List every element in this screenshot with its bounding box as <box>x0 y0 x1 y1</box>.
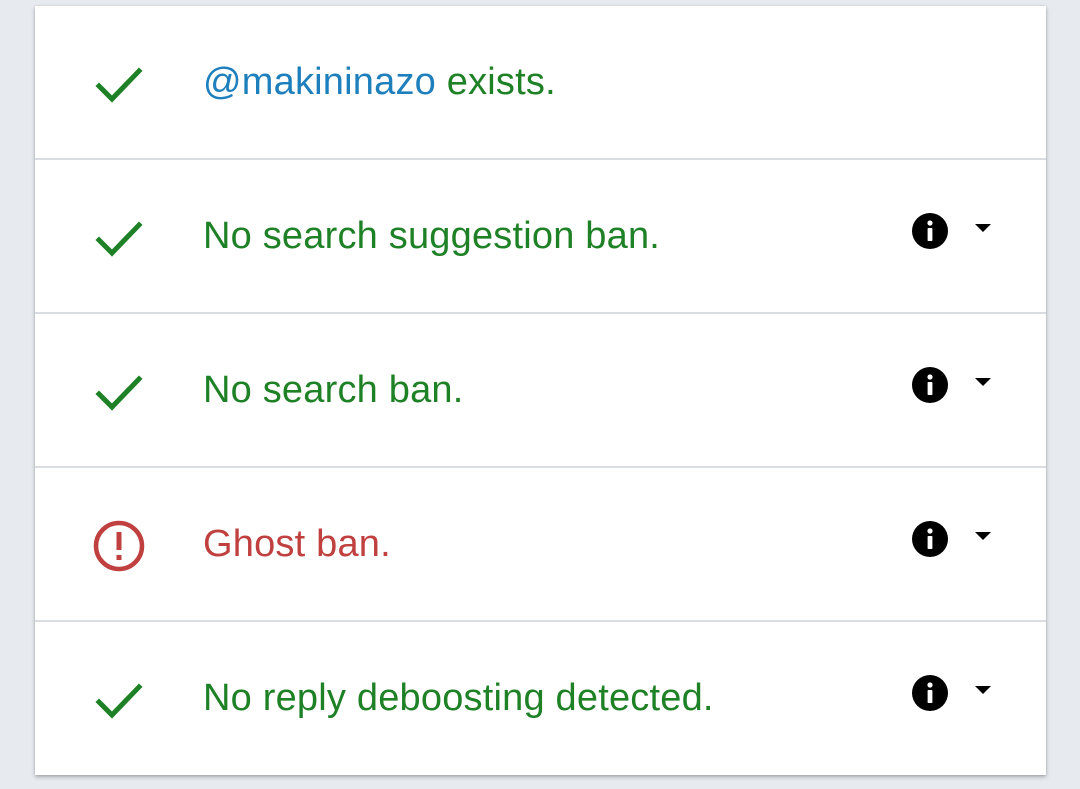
result-text: Ghost ban. <box>203 523 391 565</box>
caret-down-icon[interactable] <box>973 372 993 392</box>
result-row-search-suggestion-ban: No search suggestion ban. <box>35 160 1046 314</box>
caret-down-icon[interactable] <box>973 680 993 700</box>
username-handle: @makininazo <box>203 61 436 103</box>
check-icon <box>93 674 145 726</box>
info-icon[interactable] <box>912 521 948 557</box>
check-icon <box>93 58 145 110</box>
result-row-reply-deboosting: No reply deboosting detected. <box>35 622 1046 774</box>
info-icon[interactable] <box>912 367 948 403</box>
result-row-exists: @makininazo exists. <box>35 6 1046 160</box>
info-icon[interactable] <box>912 675 948 711</box>
caret-down-icon[interactable] <box>973 218 993 238</box>
check-icon <box>93 212 145 264</box>
check-icon <box>93 366 145 418</box>
result-text: exists. <box>435 61 556 103</box>
result-text: No reply deboosting detected. <box>203 677 714 719</box>
result-text: No search ban. <box>203 369 464 411</box>
results-card: @makininazo exists. No search suggestion… <box>35 6 1046 775</box>
result-row-ghost-ban: Ghost ban. <box>35 468 1046 622</box>
info-icon[interactable] <box>912 213 948 249</box>
alert-circle-icon <box>93 520 145 572</box>
caret-down-icon[interactable] <box>973 526 993 546</box>
result-label-exists: @makininazo exists. <box>203 58 556 106</box>
result-text: No search suggestion ban. <box>203 215 661 257</box>
result-row-search-ban: No search ban. <box>35 314 1046 468</box>
